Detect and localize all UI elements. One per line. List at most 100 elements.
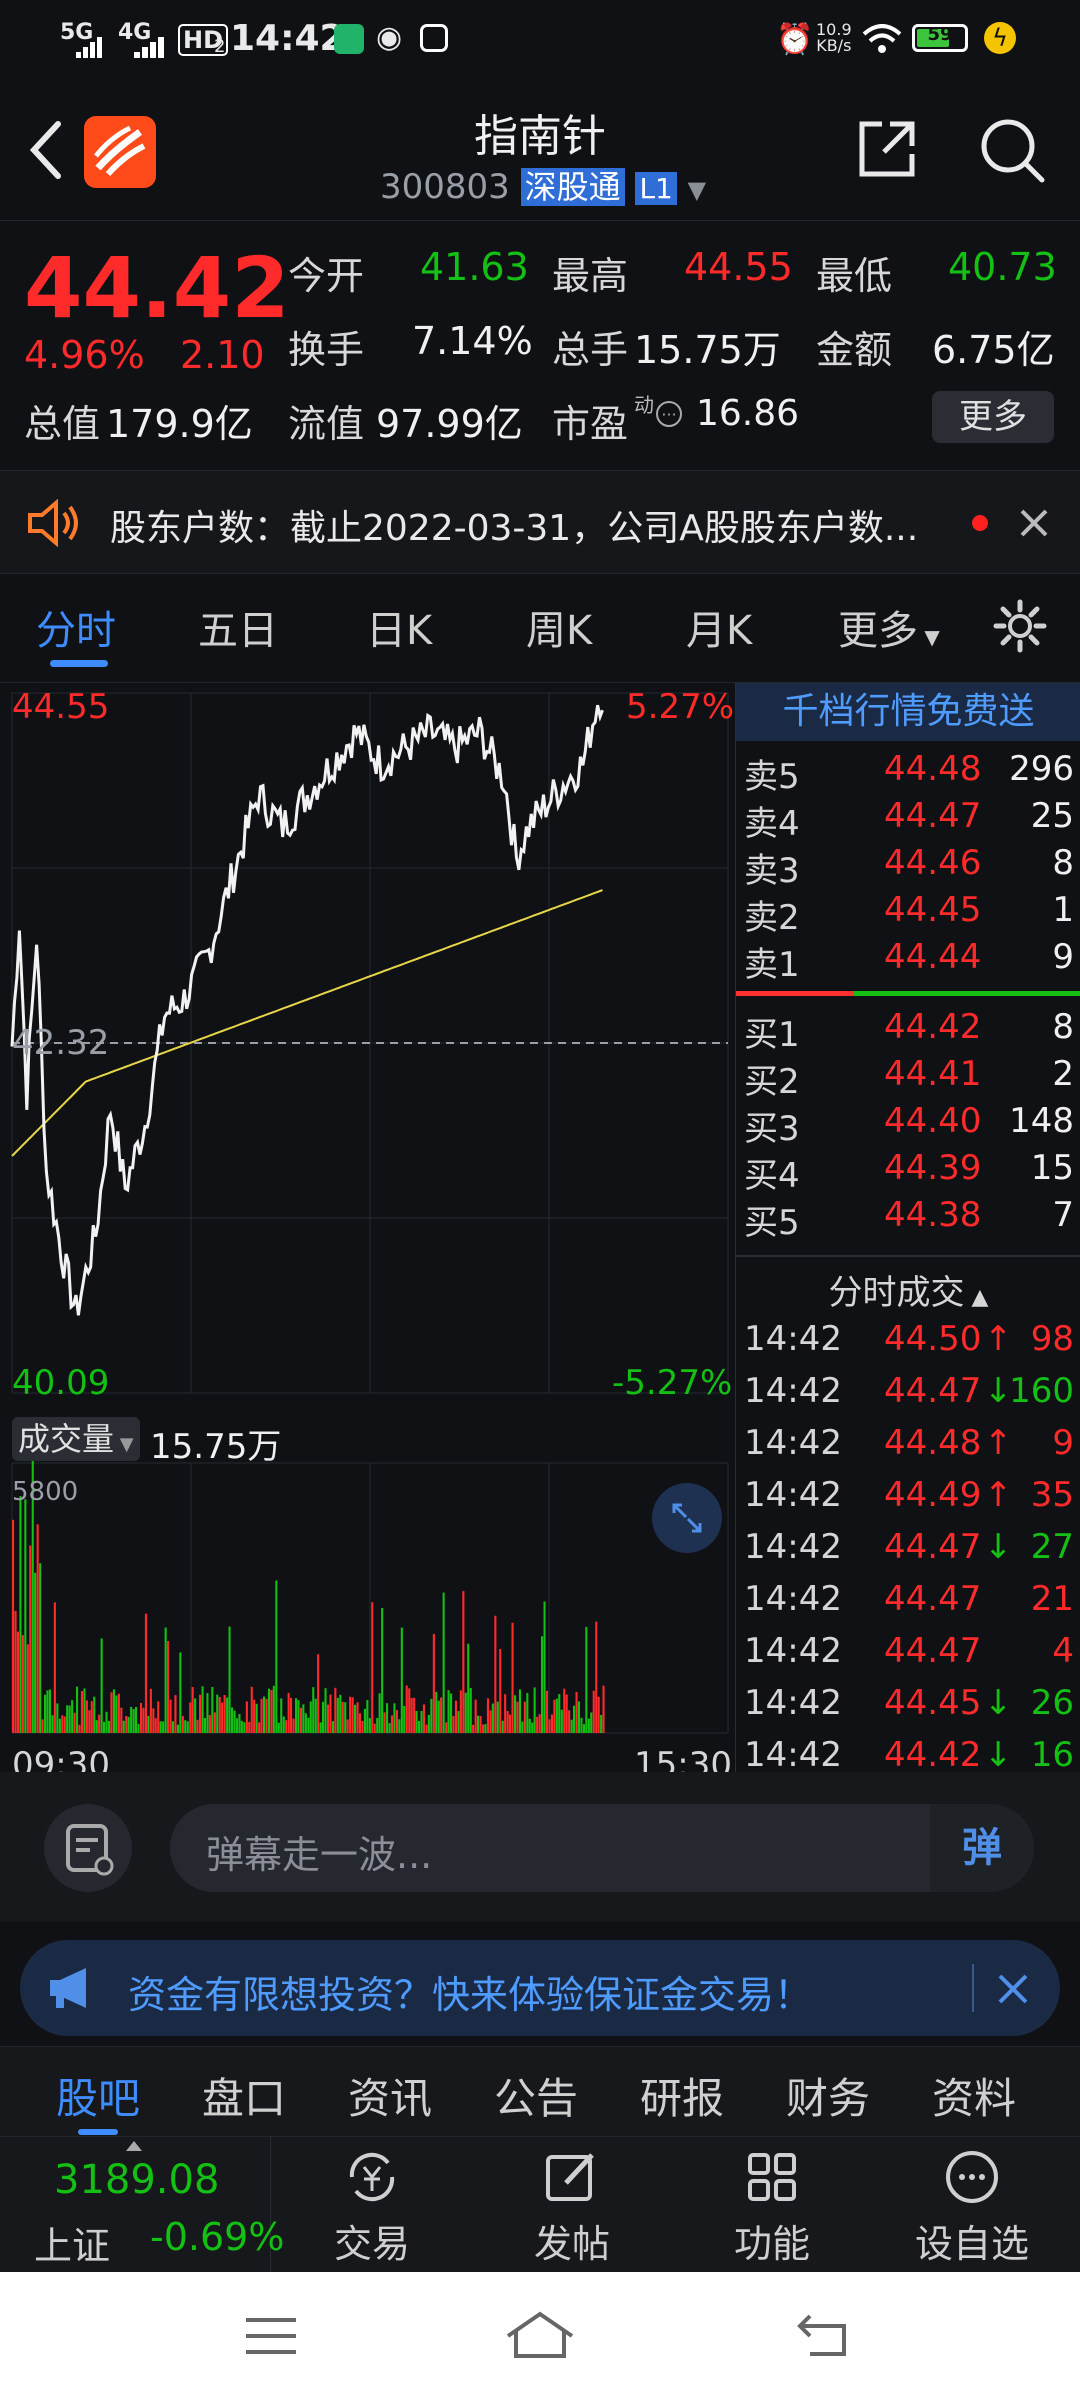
danmu-input[interactable]: 弹幕走一波... 弹 — [170, 1804, 1034, 1892]
ask-row: 卖4 44.47 25 — [744, 796, 1074, 844]
volume-bar — [573, 1705, 576, 1733]
tab-order-panel[interactable]: 盘口 — [202, 2065, 286, 2126]
danmu-toggle-button[interactable]: 弹 — [930, 1804, 1034, 1892]
menu-icon[interactable] — [244, 2316, 298, 2356]
volume-bar — [322, 1701, 325, 1733]
add-watchlist-button[interactable]: 设自选 — [872, 2137, 1072, 2273]
volume-bar — [400, 1627, 403, 1733]
volume-bar — [489, 1710, 492, 1733]
tab-intraday[interactable]: 分时 — [36, 598, 116, 656]
volume-bar — [536, 1716, 539, 1733]
open-value: 41.63 — [420, 245, 529, 289]
home-icon[interactable] — [504, 2310, 576, 2360]
tab-more[interactable]: 更多 ▼ — [838, 598, 940, 656]
trade-direction-icon: ↑ — [984, 1475, 1013, 1515]
amount-value: 6.75亿 — [932, 328, 1055, 372]
low-label: 最低 — [816, 254, 893, 298]
tab-daily-k[interactable]: 日K — [366, 598, 432, 656]
bid-volume: 15 — [1030, 1148, 1074, 1188]
change-percent: 4.96% — [24, 333, 145, 377]
volume-bar — [565, 1694, 568, 1733]
tab-announcements[interactable]: 公告 — [494, 2065, 578, 2126]
close-icon[interactable] — [1018, 507, 1050, 539]
trade-row: 14:42 44.48 ↑ 9 — [744, 1423, 1074, 1475]
tab-profile[interactable]: 资料 — [932, 2065, 1016, 2126]
volume-bar — [437, 1700, 440, 1733]
volume-indicator-select[interactable]: 成交量 ▼ — [12, 1417, 140, 1461]
tab-weekly-k[interactable]: 周K — [526, 598, 592, 656]
volume-bar — [73, 1712, 76, 1733]
volume-bar — [196, 1719, 199, 1733]
post-button[interactable]: 发帖 — [472, 2137, 672, 2273]
volume-bar — [582, 1724, 585, 1733]
volume-bar — [595, 1621, 598, 1733]
back-nav-icon[interactable] — [796, 2312, 850, 2358]
volume-bar — [272, 1685, 275, 1733]
chart-tabs: 分时 五日 日K 周K 月K 更多 ▼ — [0, 572, 1080, 682]
bid-price: 44.42 — [884, 1007, 982, 1047]
close-icon[interactable] — [996, 1972, 1030, 2006]
trade-button[interactable]: 交易 — [272, 2137, 472, 2273]
volume-bar — [206, 1693, 209, 1733]
more-button[interactable]: 更多 — [932, 391, 1054, 443]
trade-volume: 9 — [1052, 1423, 1074, 1463]
settings-icon[interactable] — [992, 598, 1048, 654]
volume-bar — [280, 1698, 283, 1733]
note-button[interactable] — [44, 1804, 132, 1892]
tab-monthly-k[interactable]: 月K — [686, 598, 752, 656]
trade-price: 44.47 — [884, 1371, 982, 1411]
volume-bar — [85, 1700, 88, 1733]
tab-news[interactable]: 资讯 — [348, 2065, 432, 2126]
functions-button[interactable]: 功能 — [672, 2137, 872, 2273]
volume-bar — [484, 1724, 487, 1733]
trade-row: 14:42 44.47 ↓ 160 — [744, 1371, 1074, 1423]
trade-time: 14:42 — [744, 1319, 842, 1359]
share-icon[interactable] — [856, 118, 918, 180]
volume-bar — [108, 1720, 111, 1733]
volume-bar — [100, 1638, 103, 1733]
volume-bar — [548, 1719, 551, 1733]
index-ticker[interactable]: 3189.08 上证 -0.69% — [0, 2137, 284, 2273]
trade-direction-icon: ↓ — [984, 1683, 1013, 1723]
level2-promo[interactable]: 千档行情免费送 — [736, 683, 1080, 741]
volume-bar — [442, 1592, 445, 1733]
volume-bar — [127, 1716, 130, 1733]
volume-bar — [383, 1712, 386, 1733]
bid-row: 买5 44.38 7 — [744, 1195, 1074, 1243]
volume-bar — [63, 1716, 66, 1733]
market-badge: 深股通 — [520, 168, 625, 206]
volume-bar — [555, 1698, 558, 1733]
volume-bar — [112, 1689, 115, 1733]
back-icon[interactable] — [28, 120, 64, 180]
caret-up-icon — [126, 2141, 142, 2151]
intraday-chart[interactable]: 44.55 5.27% 42.32 40.09 -5.27% 成交量 ▼ 15.… — [0, 682, 735, 1785]
stock-code-row[interactable]: 300803 深股通 L1 ▼ — [380, 162, 706, 207]
bid-row: 买3 44.40 148 — [744, 1101, 1074, 1149]
battery-icon: 59 — [912, 24, 968, 52]
volume-bar — [568, 1710, 571, 1733]
alarm-icon: ⏰ — [776, 22, 814, 57]
trades-title[interactable]: 分时成交 ▲ — [736, 1265, 1080, 1314]
volume-bar — [292, 1718, 295, 1733]
trade-time: 14:42 — [744, 1423, 842, 1463]
volume-bar — [545, 1690, 548, 1733]
margin-promo-banner[interactable]: 资金有限想投资？快来体验保证金交易！ — [20, 1940, 1060, 2036]
tab-forum[interactable]: 股吧 — [56, 2065, 140, 2126]
volume-bar — [46, 1690, 49, 1733]
fullscreen-button[interactable] — [652, 1483, 722, 1553]
volume-bar — [211, 1687, 214, 1733]
volume-bar — [403, 1706, 406, 1733]
shareholder-notice[interactable]: 股东户数：截止2022-03-31，公司A股股东户数... — [0, 470, 1080, 574]
volume-bar — [19, 1496, 22, 1733]
volume-bar — [354, 1704, 357, 1733]
tab-five-day[interactable]: 五日 — [198, 598, 278, 656]
tab-research[interactable]: 研报 — [640, 2065, 724, 2126]
info-icon[interactable]: ··· — [656, 401, 682, 427]
volume-axis-max: 5800 — [12, 1477, 79, 1507]
tab-financials[interactable]: 财务 — [786, 2065, 870, 2126]
search-icon[interactable] — [978, 116, 1046, 184]
trade-label: 交易 — [333, 2222, 410, 2266]
order-book: 千档行情免费送 分时成交 ▲ 卖5 44.48 296 卖4 44.47 25 卖3 44.4… — [735, 682, 1080, 1775]
volume-bar — [171, 1721, 174, 1733]
app-notification-icon — [334, 24, 364, 54]
